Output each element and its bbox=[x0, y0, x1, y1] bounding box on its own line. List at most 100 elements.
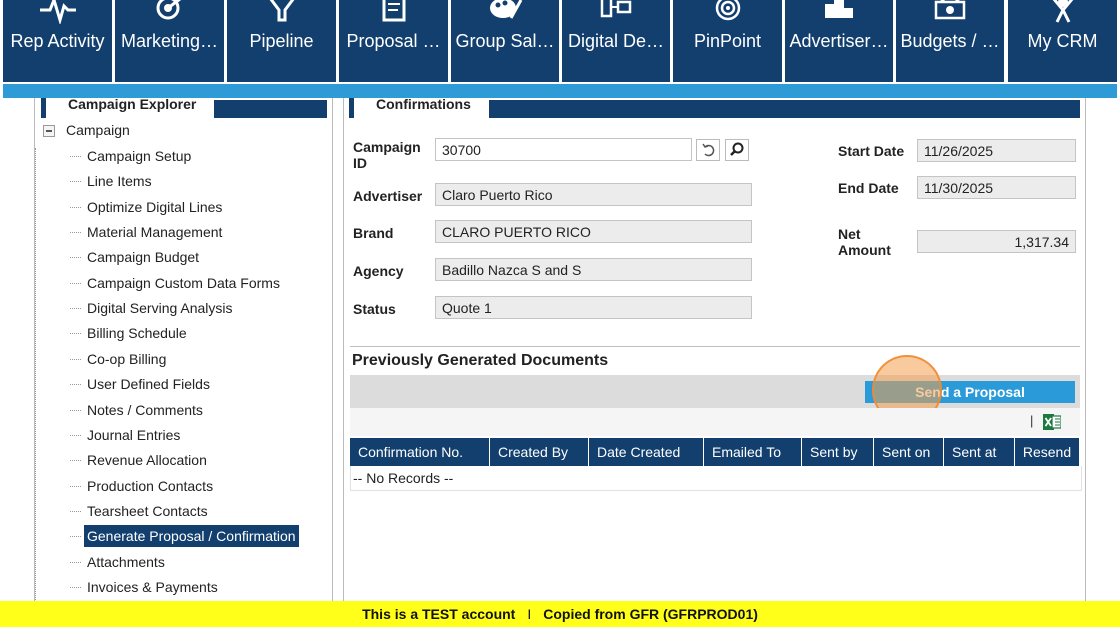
excel-export-icon[interactable] bbox=[1043, 413, 1061, 431]
brand-field: CLARO PUERTO RICO bbox=[435, 220, 752, 243]
header-bar bbox=[482, 100, 1080, 118]
send-proposal-button[interactable]: Send a Proposal bbox=[865, 381, 1075, 403]
section-divider bbox=[350, 346, 1080, 347]
activity-icon bbox=[39, 0, 76, 24]
tree-connector-dash bbox=[70, 485, 81, 487]
brand-label: Brand bbox=[353, 225, 394, 241]
nav-tab-group-sales[interactable]: Group Sal… bbox=[451, 0, 559, 82]
tree-item-attachments[interactable]: Attachments bbox=[70, 551, 168, 573]
nav-tab-digital[interactable]: Digital De… bbox=[562, 0, 670, 82]
toolbar-separator: | bbox=[1030, 413, 1034, 428]
tree-item-invoices-payments[interactable]: Invoices & Payments bbox=[70, 576, 221, 598]
document-edit-icon bbox=[382, 0, 405, 22]
nav-tab-label: Budgets / … bbox=[900, 31, 1000, 51]
campaign-id-field[interactable]: 30700 bbox=[435, 138, 692, 161]
tree-connector-dash bbox=[70, 257, 81, 259]
search-icon bbox=[730, 142, 744, 156]
person-icon bbox=[1052, 0, 1073, 23]
tree-item-optimize-digital-lines[interactable]: Optimize Digital Lines bbox=[70, 196, 225, 218]
net-amount-label: Net Amount bbox=[838, 226, 891, 258]
tree-connector-dash bbox=[70, 384, 81, 386]
test-account-banner: This is a TEST account I Copied from GFR (… bbox=[0, 601, 1120, 627]
tree-connector-dash bbox=[70, 308, 81, 310]
nav-tab-my-crm[interactable]: My CRM bbox=[1008, 0, 1117, 82]
end-date-label: End Date bbox=[838, 180, 899, 196]
tree-connector-dash bbox=[70, 536, 81, 538]
tree-item-digital-serving-analysis[interactable]: Digital Serving Analysis bbox=[70, 297, 236, 319]
status-label: Status bbox=[353, 301, 396, 317]
panel-title: Confirmations bbox=[349, 97, 489, 118]
funnel-icon bbox=[269, 0, 294, 22]
start-date-label: Start Date bbox=[838, 143, 905, 159]
tree-item-production-contacts[interactable]: Production Contacts bbox=[70, 475, 216, 497]
column-created-by[interactable]: Created By bbox=[490, 438, 589, 466]
tree-connector-dash bbox=[70, 333, 81, 335]
tree-item-generate-proposal-confirmation[interactable]: Generate Proposal / Confirmation bbox=[70, 525, 299, 548]
empty-grid-message: -- No Records -- bbox=[350, 466, 1082, 491]
tree-connector-dash bbox=[70, 282, 81, 284]
panel-title: Campaign Explorer bbox=[41, 97, 215, 118]
column-sent-at[interactable]: Sent at bbox=[944, 438, 1015, 466]
column-confirmation-no[interactable]: Confirmation No. bbox=[350, 438, 490, 466]
tree-item-notes-comments[interactable]: Notes / Comments bbox=[70, 399, 206, 421]
palette-icon bbox=[490, 0, 523, 19]
tree-item-line-items[interactable]: Line Items bbox=[70, 170, 155, 192]
search-button[interactable] bbox=[725, 139, 749, 161]
panel-header: Campaign Explorer bbox=[35, 97, 332, 118]
nav-tab-proposal[interactable]: Proposal … bbox=[339, 0, 448, 82]
status-field: Quote 1 bbox=[435, 296, 752, 319]
panel-header: Confirmations bbox=[344, 97, 1085, 118]
export-row: | bbox=[350, 408, 1080, 436]
tree-item-tearsheet-contacts[interactable]: Tearsheet Contacts bbox=[70, 500, 211, 522]
tree-connector-dash bbox=[70, 409, 81, 411]
nav-tab-rep-activity[interactable]: Rep Activity bbox=[3, 0, 112, 82]
top-navigation: Rep Activity Marketing… Pipeline Proposa… bbox=[0, 0, 1120, 83]
agency-label: Agency bbox=[353, 263, 404, 279]
nav-tab-label: Advertiser… bbox=[789, 31, 889, 51]
nav-tab-label: PinPoint bbox=[693, 31, 762, 51]
documents-grid-header: Confirmation No. Created By Date Created… bbox=[350, 438, 1080, 466]
nav-tab-advertiser[interactable]: Advertiser… bbox=[785, 0, 893, 82]
tree-connector-dash bbox=[70, 358, 81, 360]
tree-item-revenue-allocation[interactable]: Revenue Allocation bbox=[70, 449, 210, 471]
undo-icon bbox=[702, 143, 715, 157]
tree-item-material-management[interactable]: Material Management bbox=[70, 221, 225, 243]
tree-item-billing-schedule[interactable]: Billing Schedule bbox=[70, 322, 190, 344]
tree-item-campaign-budget[interactable]: Campaign Budget bbox=[70, 246, 202, 268]
nav-tab-pipeline[interactable]: Pipeline bbox=[227, 0, 336, 82]
tree-connector-dash bbox=[70, 561, 81, 563]
nav-tab-label: Marketing… bbox=[120, 31, 219, 51]
tree-connector-dash bbox=[70, 181, 81, 183]
tree-connector-dash bbox=[70, 586, 81, 588]
column-sent-by[interactable]: Sent by bbox=[802, 438, 874, 466]
reset-button[interactable] bbox=[696, 139, 720, 161]
nav-tab-label: My CRM bbox=[1027, 31, 1098, 51]
copied-from-text: Copied from GFR (GFRPROD01) bbox=[543, 606, 758, 622]
tree-connector bbox=[35, 148, 36, 608]
tree-item-campaign-setup[interactable]: Campaign Setup bbox=[70, 145, 194, 167]
money-icon bbox=[934, 0, 966, 20]
campaign-id-label: Campaign ID bbox=[353, 139, 421, 171]
nav-tab-label: Digital De… bbox=[567, 31, 665, 51]
confirmations-panel: Confirmations Campaign ID 30700 Advertis… bbox=[343, 97, 1086, 608]
nav-tab-label: Proposal … bbox=[346, 31, 441, 51]
nav-tab-label: Rep Activity bbox=[10, 31, 105, 51]
tree-connector-dash bbox=[70, 460, 81, 462]
tree-item-user-defined-fields[interactable]: User Defined Fields bbox=[70, 373, 213, 395]
tree-item-journal-entries[interactable]: Journal Entries bbox=[70, 424, 183, 446]
header-bar bbox=[207, 100, 327, 118]
bullseye-icon bbox=[715, 0, 740, 21]
nav-tab-marketing[interactable]: Marketing… bbox=[115, 0, 224, 82]
column-date-created[interactable]: Date Created bbox=[589, 438, 704, 466]
nav-tab-pinpoint[interactable]: PinPoint bbox=[673, 0, 782, 82]
tree-item-co-op-billing[interactable]: Co-op Billing bbox=[70, 348, 169, 370]
tree-item-campaign-custom-data-forms[interactable]: Campaign Custom Data Forms bbox=[70, 272, 283, 294]
column-sent-on[interactable]: Sent on bbox=[874, 438, 944, 466]
nav-tab-label: Group Sal… bbox=[455, 31, 555, 51]
column-resend[interactable]: Resend bbox=[1015, 438, 1080, 466]
column-emailed-to[interactable]: Emailed To bbox=[704, 438, 802, 466]
collapse-icon[interactable] bbox=[43, 125, 55, 137]
tree-connector-dash bbox=[70, 510, 81, 512]
nav-tab-budgets[interactable]: Budgets / … bbox=[896, 0, 1004, 82]
test-account-text: This is a TEST account bbox=[362, 606, 516, 622]
